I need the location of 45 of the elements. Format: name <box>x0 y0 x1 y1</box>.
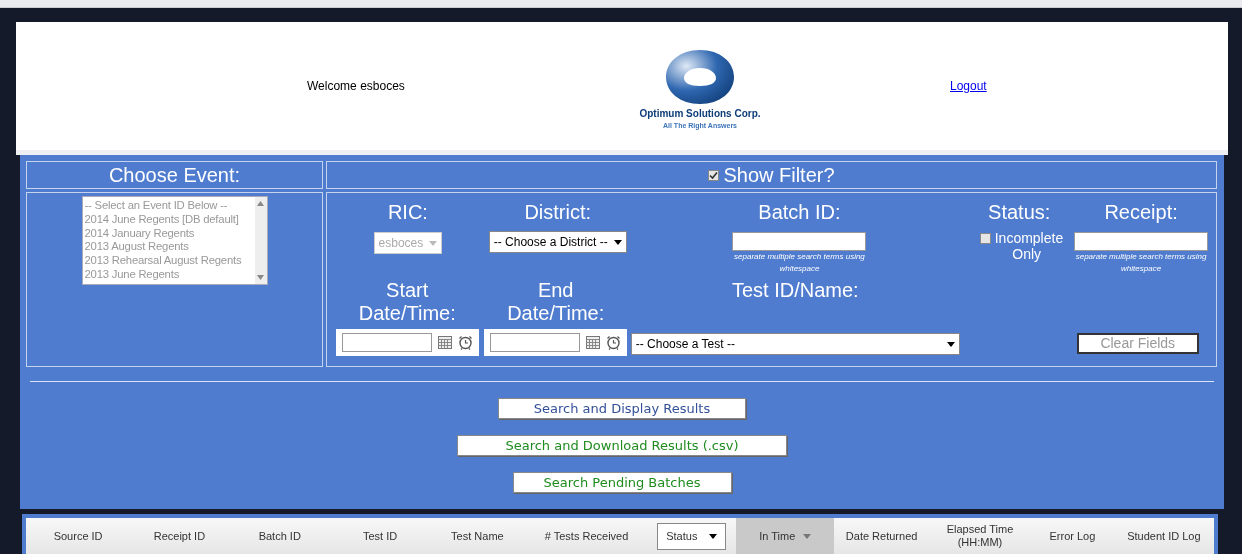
action-button[interactable]: Search and Download Results (.csv) <box>457 435 787 456</box>
incomplete-checkbox[interactable] <box>979 233 991 244</box>
company-name: Optimum Solutions Corp. <box>639 107 761 122</box>
date-field[interactable] <box>490 333 581 352</box>
column-header[interactable]: Date Returned <box>845 529 918 543</box>
column-header[interactable]: Batch ID <box>258 529 301 543</box>
column-header[interactable]: Test ID <box>362 529 398 543</box>
alarm-clock-icon[interactable] <box>606 335 622 350</box>
alarm-clock-icon[interactable] <box>457 335 473 350</box>
logout-link[interactable]: Logout <box>950 77 987 95</box>
column-filter-dropdown[interactable]: Status <box>657 522 727 550</box>
calendar-icon[interactable] <box>586 336 601 349</box>
action-button[interactable]: Search and Display Results <box>498 398 746 419</box>
field-label: Start Date/Time: <box>357 279 457 325</box>
sort-caret-icon <box>803 533 812 539</box>
show-filter-label: Show Filter? <box>723 163 835 188</box>
date-field[interactable] <box>341 333 432 352</box>
column-header[interactable]: Elapsed Time (HH:MM) <box>928 523 1032 549</box>
field-label: Status: <box>988 201 1051 224</box>
field-label: District: <box>524 201 592 224</box>
hint-text: separate multiple search terms using whitespace <box>733 251 866 275</box>
action-button[interactable]: Search Pending Batches <box>512 472 732 493</box>
welcome-text: Welcome esboces <box>307 78 406 95</box>
column-header[interactable]: Receipt ID <box>153 529 206 543</box>
field-label: Test ID/Name: <box>731 279 859 303</box>
calendar-icon[interactable] <box>437 336 452 349</box>
column-header[interactable]: # Tests Received <box>544 529 629 543</box>
hint-text: separate multiple search terms using whitespace <box>1074 251 1208 275</box>
sorted-column-header[interactable]: In Time <box>736 518 835 554</box>
dropdown[interactable]: -- Choose a District -- <box>488 231 627 253</box>
column-header[interactable]: Test Name <box>451 529 504 543</box>
logo-icon <box>664 48 736 107</box>
field-label: Batch ID: <box>758 201 841 224</box>
section-title: Choose Event: <box>26 161 323 189</box>
checkmark-icon <box>709 170 719 180</box>
dropdown[interactable]: -- Choose a Test -- <box>630 333 960 355</box>
column-header[interactable]: Error Log <box>1049 529 1096 543</box>
field-label: RIC: <box>387 201 428 224</box>
column-header[interactable]: Source ID <box>53 529 103 543</box>
text-field[interactable] <box>1074 232 1209 251</box>
field-label: Receipt: <box>1104 201 1178 224</box>
show-filter-checkbox[interactable] <box>708 169 720 181</box>
text-field[interactable] <box>732 232 867 251</box>
column-header[interactable]: Student ID Log <box>1127 529 1201 543</box>
field-label: End Date/Time: <box>506 279 606 325</box>
